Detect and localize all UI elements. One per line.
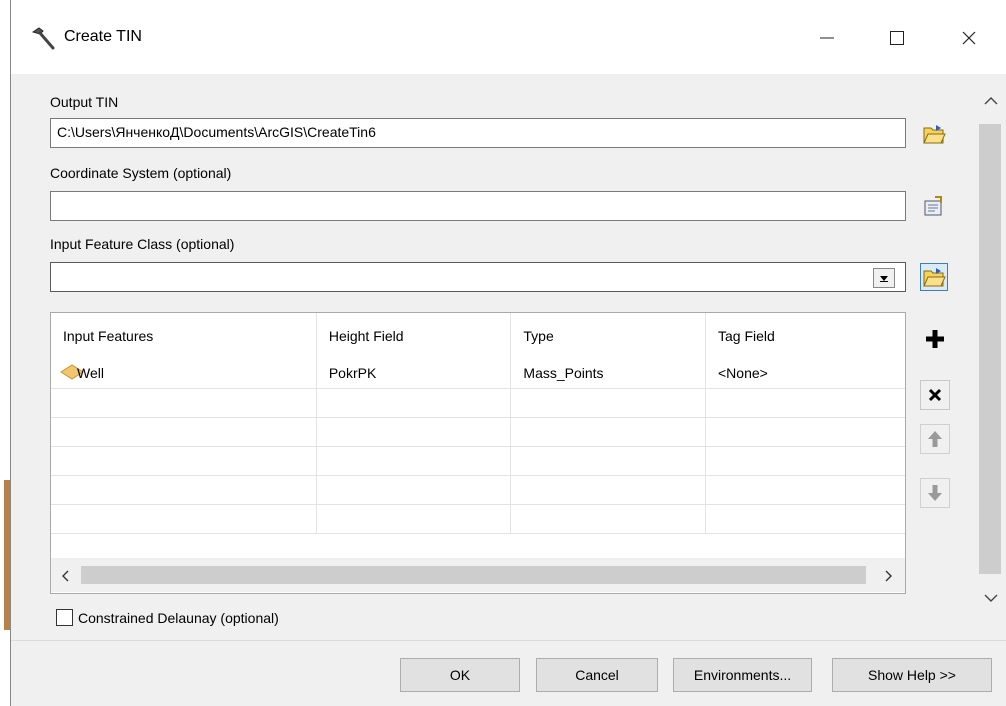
folder-browse-icon (923, 268, 946, 287)
minimize-button[interactable] (804, 18, 850, 58)
arrow-down-icon (928, 485, 942, 501)
chevron-down-icon (880, 276, 888, 282)
arrow-up-icon (928, 431, 942, 447)
ok-button[interactable]: OK (400, 658, 520, 692)
input-browse-button[interactable] (920, 263, 948, 291)
scroll-up-icon[interactable] (981, 90, 1001, 110)
title-bar (11, 0, 1006, 74)
remove-row-button[interactable] (920, 380, 950, 410)
tag-field-cell[interactable]: <None> (705, 359, 905, 389)
output-tin-input[interactable]: C:\Users\ЯнченкоД\Documents\ArcGIS\Creat… (50, 118, 906, 148)
folder-browse-icon (923, 125, 946, 144)
coordinate-system-input[interactable] (50, 191, 906, 221)
vertical-scrollbar[interactable] (977, 84, 1005, 614)
scroll-right-icon[interactable] (879, 568, 899, 584)
constrained-delaunay-checkbox[interactable] (56, 609, 73, 626)
coordinate-system-label: Coordinate System (optional) (50, 165, 232, 181)
table-row (51, 504, 905, 534)
cancel-button[interactable]: Cancel (536, 658, 658, 692)
footer-divider (11, 640, 1006, 641)
feature-cell[interactable]: Well (51, 359, 317, 389)
window-title: Create TIN (64, 28, 142, 45)
maximize-button[interactable] (874, 18, 920, 58)
table-header: Input Features Height Field Type Tag Fie… (51, 313, 905, 359)
column-header[interactable]: Tag Field (706, 313, 906, 359)
table-row (51, 417, 905, 447)
plus-icon (926, 330, 944, 348)
table-row (51, 475, 905, 505)
input-feature-class-combobox[interactable] (50, 262, 906, 292)
show-help-button[interactable]: Show Help >> (832, 658, 992, 692)
scroll-thumb[interactable] (979, 124, 1001, 574)
scroll-down-icon[interactable] (981, 588, 1001, 608)
output-browse-button[interactable] (920, 120, 948, 148)
table-row (51, 388, 905, 418)
add-row-button[interactable] (920, 324, 950, 354)
table-row (51, 446, 905, 476)
height-field-cell[interactable]: PokrPK (316, 359, 512, 389)
column-header[interactable]: Input Features (51, 313, 317, 359)
feature-name: Well (77, 365, 104, 382)
horizontal-scrollbar[interactable] (51, 558, 905, 592)
type-cell[interactable]: Mass_Points (510, 359, 706, 389)
column-header[interactable]: Type (510, 313, 706, 359)
desktop-edge (0, 0, 11, 706)
output-tin-label: Output TIN (50, 94, 119, 110)
table-row[interactable]: Well PokrPK Mass_Points <None> (51, 359, 905, 389)
column-header[interactable]: Height Field (316, 313, 512, 359)
close-button[interactable] (946, 18, 992, 58)
scroll-thumb[interactable] (81, 566, 866, 584)
coordinate-system-button[interactable] (920, 192, 948, 220)
x-icon (928, 388, 942, 402)
move-up-button[interactable] (920, 424, 950, 454)
hammer-icon (30, 26, 56, 52)
spatial-reference-icon (924, 196, 942, 216)
environments-button[interactable]: Environments... (673, 658, 812, 692)
input-features-table[interactable]: Input Features Height Field Type Tag Fie… (50, 312, 906, 594)
constrained-delaunay-label: Constrained Delaunay (optional) (78, 610, 279, 626)
dropdown-button[interactable] (873, 268, 895, 288)
input-feature-class-label: Input Feature Class (optional) (50, 236, 235, 252)
scroll-left-icon[interactable] (55, 568, 75, 584)
move-down-button[interactable] (920, 478, 950, 508)
